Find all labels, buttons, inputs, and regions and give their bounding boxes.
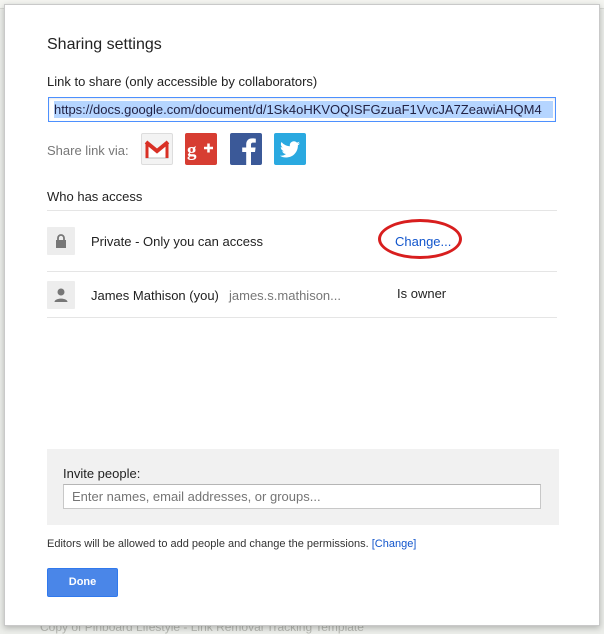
svg-text:g: g [187, 140, 197, 161]
share-link-via-label: Share link via: [47, 143, 129, 158]
invite-people-label: Invite people: [63, 466, 141, 481]
who-has-access-label: Who has access [47, 189, 143, 204]
lock-icon [47, 227, 75, 255]
gmail-icon[interactable] [141, 133, 173, 165]
editors-change-link[interactable]: [Change] [372, 538, 417, 550]
change-access-link[interactable]: Change... [395, 234, 451, 249]
divider [47, 317, 557, 318]
editors-note-text: Editors will be allowed to add people an… [47, 538, 369, 550]
share-link-value: https://docs.google.com/document/d/1Sk4o… [54, 101, 553, 118]
link-to-share-label: Link to share (only accessible by collab… [47, 74, 318, 89]
owner-name: James Mathison (you) [91, 288, 219, 303]
owner-email: james.s.mathison... [229, 288, 341, 303]
owner-role: Is owner [397, 286, 447, 301]
editors-permission-note: Editors will be allowed to add people an… [47, 538, 416, 550]
person-icon [47, 281, 75, 309]
share-link-field[interactable]: https://docs.google.com/document/d/1Sk4o… [48, 97, 556, 122]
divider [47, 210, 557, 211]
twitter-icon[interactable] [274, 133, 306, 165]
google-plus-icon[interactable]: g [185, 133, 217, 165]
divider [47, 271, 557, 272]
facebook-icon[interactable] [230, 133, 262, 165]
dialog-title: Sharing settings [47, 36, 162, 53]
invite-people-input[interactable] [63, 484, 541, 509]
done-button[interactable]: Done [47, 568, 118, 597]
invite-people-panel: Invite people: [47, 449, 559, 525]
sharing-settings-dialog: Sharing settings Link to share (only acc… [4, 4, 600, 626]
access-row-private-label: Private - Only you can access [91, 234, 263, 249]
